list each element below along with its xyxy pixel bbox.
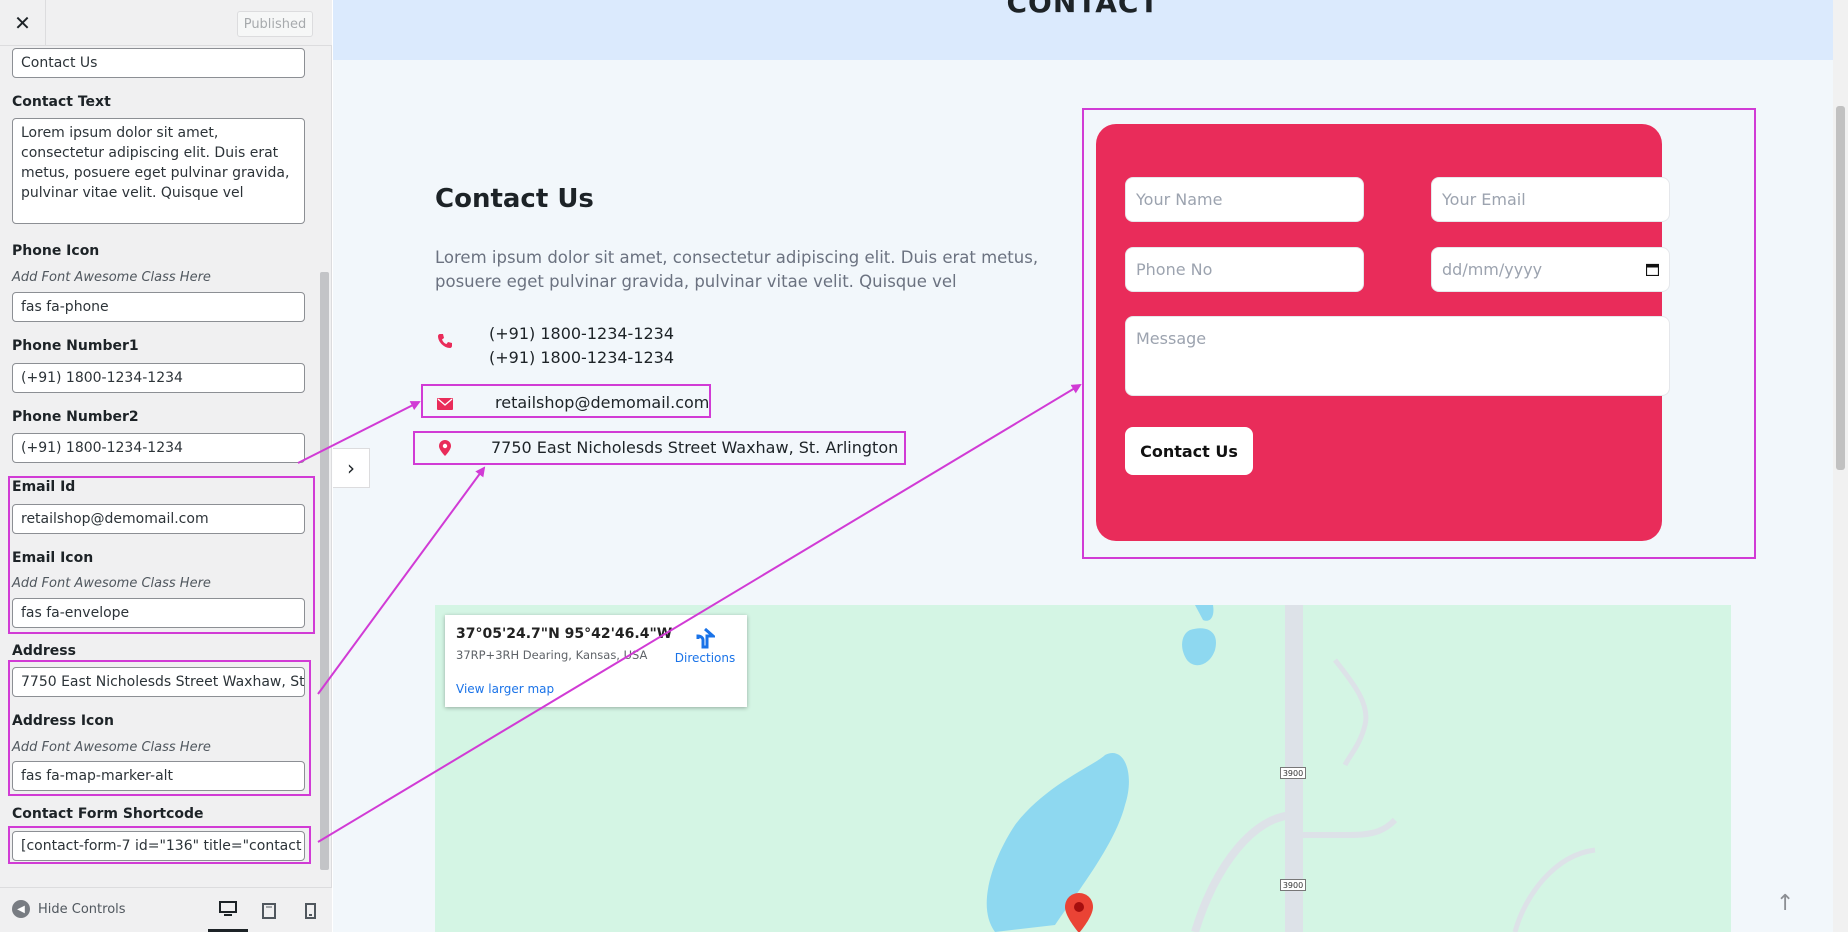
- site-preview: CONTACT › Contact Us Lorem ipsum dolor s…: [333, 0, 1848, 932]
- map-road-branch: [1303, 817, 1398, 838]
- banner-title: CONTACT: [1006, 0, 1160, 19]
- hide-controls-button[interactable]: ◀ Hide Controls: [12, 900, 126, 918]
- address-label: Address: [12, 643, 76, 659]
- email-icon-field[interactable]: fas fa-envelope: [12, 598, 305, 628]
- shortcode-field[interactable]: [contact-form-7 id="136" title="contact …: [12, 831, 305, 861]
- chevron-right-icon[interactable]: ›: [333, 448, 370, 488]
- map-plus-code: 37RP+3RH Dearing, Kansas, USA: [456, 648, 648, 662]
- phone1-field[interactable]: (+91) 1800-1234-1234: [12, 363, 305, 393]
- customizer-sidebar: ✕ Published Contact Us Contact Text Lore…: [0, 0, 332, 932]
- phone-icon: [435, 331, 455, 351]
- contact-form: Your Name Your Email Phone No dd/mm/yyyy…: [1096, 124, 1670, 541]
- email-input[interactable]: Your Email: [1431, 177, 1670, 222]
- road-label-upper: 3900: [1280, 767, 1306, 779]
- contact-submit-button[interactable]: Contact Us: [1125, 427, 1253, 475]
- road-label-lower: 3900: [1280, 879, 1306, 891]
- date-input[interactable]: dd/mm/yyyy: [1431, 247, 1670, 292]
- message-textarea[interactable]: Message: [1125, 316, 1670, 396]
- map-road-trail: [1333, 658, 1369, 767]
- map-stream: [1195, 605, 1214, 621]
- chevron-left-circle-icon: ◀: [12, 900, 30, 918]
- email-field[interactable]: retailshop@demomail.com: [12, 504, 305, 534]
- map-pond: [1182, 628, 1216, 666]
- address-field[interactable]: 7750 East Nicholesds Street Waxhaw, St. …: [12, 667, 305, 697]
- contact-heading: Contact Us: [435, 184, 594, 214]
- name-input[interactable]: Your Name: [1125, 177, 1364, 222]
- sidebar-controls: Contact Us Contact Text Lorem ipsum dolo…: [0, 47, 332, 887]
- address-icon-field[interactable]: fas fa-map-marker-alt: [12, 761, 305, 791]
- phone-icon-description: Add Font Awesome Class Here: [12, 270, 211, 285]
- envelope-icon: [435, 394, 455, 414]
- address-icon-label: Address Icon: [12, 713, 114, 729]
- phone2-text: (+91) 1800-1234-1234: [489, 348, 675, 367]
- map-info-card: 37°05'24.7"N 95°42'46.4"W 37RP+3RH Deari…: [445, 615, 747, 707]
- map-road-east: [1512, 847, 1596, 932]
- contact-title-field[interactable]: Contact Us: [12, 48, 305, 78]
- contact-text: Lorem ipsum dolor sit amet, consectetur …: [435, 248, 1039, 291]
- email-icon-description: Add Font Awesome Class Here: [12, 576, 211, 591]
- preview-scrollbar-thumb[interactable]: [1836, 106, 1845, 470]
- sidebar-footer: ◀ Hide Controls: [0, 887, 332, 932]
- shortcode-label: Contact Form Shortcode: [12, 806, 204, 822]
- map-marker-icon: [435, 438, 455, 458]
- phone-input[interactable]: Phone No: [1125, 247, 1364, 292]
- published-button[interactable]: Published: [237, 11, 313, 37]
- phone-icon-label: Phone Icon: [12, 243, 100, 259]
- mobile-icon[interactable]: [290, 888, 330, 932]
- contact-text-label: Contact Text: [12, 94, 111, 110]
- phone2-field[interactable]: (+91) 1800-1234-1234: [12, 433, 305, 463]
- email-icon-label: Email Icon: [12, 550, 94, 566]
- date-placeholder: dd/mm/yyyy: [1442, 260, 1543, 279]
- directions-label: Directions: [674, 651, 736, 665]
- map-coordinates: 37°05'24.7"N 95°42'46.4"W: [456, 626, 673, 642]
- map-lake: [986, 753, 1129, 932]
- phone1-label: Phone Number1: [12, 338, 139, 354]
- email-text[interactable]: retailshop@demomail.com: [495, 393, 709, 412]
- view-larger-map-link[interactable]: View larger map: [456, 682, 554, 696]
- map-pin-icon[interactable]: [1065, 893, 1093, 932]
- close-icon[interactable]: ✕: [0, 0, 46, 46]
- sidebar-header: ✕ Published: [0, 0, 332, 46]
- map-road-curve: [1191, 811, 1296, 932]
- tablet-icon[interactable]: [249, 888, 289, 932]
- directions-icon: [696, 627, 715, 649]
- hide-controls-label: Hide Controls: [38, 901, 126, 917]
- phone2-label: Phone Number2: [12, 409, 139, 425]
- calendar-icon[interactable]: [1646, 263, 1659, 276]
- directions-button[interactable]: Directions: [673, 627, 737, 665]
- address-text: 7750 East Nicholesds Street Waxhaw, St. …: [491, 438, 899, 457]
- page-banner: CONTACT: [333, 0, 1848, 60]
- arrow-up-icon[interactable]: ↑: [1776, 891, 1794, 916]
- desktop-icon[interactable]: [208, 888, 248, 932]
- sidebar-scrollbar-thumb[interactable]: [320, 272, 329, 870]
- phone1-text: (+91) 1800-1234-1234: [489, 324, 675, 343]
- map-embed[interactable]: 3900 3900 37°05'24.7"N 95°42'46.4"W 37RP…: [435, 605, 1731, 932]
- email-label: Email Id: [12, 479, 76, 495]
- contact-text-field[interactable]: Lorem ipsum dolor sit amet, consectetur …: [12, 118, 305, 224]
- phone-icon-field[interactable]: fas fa-phone: [12, 292, 305, 322]
- address-icon-description: Add Font Awesome Class Here: [12, 740, 211, 755]
- customizer-screen: ✕ Published Contact Us Contact Text Lore…: [0, 0, 1848, 932]
